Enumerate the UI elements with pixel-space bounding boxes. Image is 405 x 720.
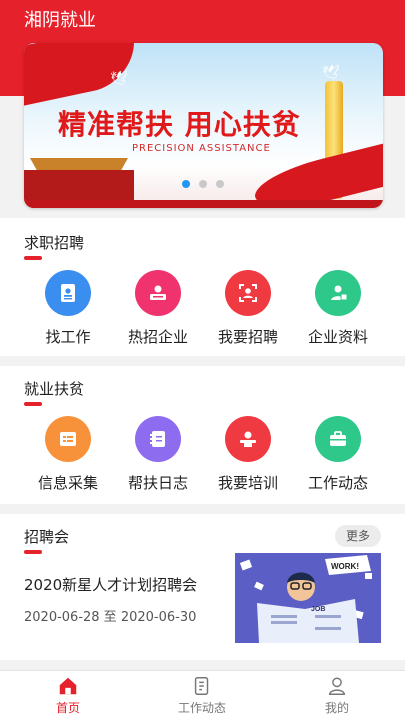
interview-icon: [135, 270, 181, 316]
grid-item-find-job[interactable]: 找工作: [23, 270, 113, 347]
form-icon: [45, 416, 91, 462]
carousel-dot[interactable]: [199, 180, 207, 188]
title-underline: [24, 402, 42, 406]
grid-label: 企业资料: [307, 328, 368, 346]
grid-label: 我要招聘: [217, 328, 278, 346]
event-date: 2020-06-28 至 2020-06-30: [24, 610, 197, 625]
section-title: 求职招聘: [24, 234, 85, 252]
section-poverty-relief: 就业扶贫 信息采集 帮扶日志 我要培训 工作动态: [0, 366, 405, 504]
recruit-icon: [225, 270, 271, 316]
top-bar: 湘阴就业: [0, 0, 405, 36]
user-icon: [297, 675, 377, 697]
section-job-recruitment: 求职招聘 找工作 热招企业 我要招聘 企业资料: [0, 218, 405, 356]
grid-label: 信息采集: [37, 474, 98, 492]
carousel-dots: [182, 180, 224, 188]
resume-icon: [45, 270, 91, 316]
dove-icon: 🕊: [110, 71, 128, 87]
section-title: 招聘会: [24, 528, 70, 546]
tab-home[interactable]: 首页: [28, 675, 108, 716]
company-info-icon: [315, 270, 361, 316]
banner-base: [24, 200, 383, 208]
banner-carousel[interactable]: 🕊 🕊 精准帮扶 用心扶贫 PRECISION ASSISTANCE: [24, 43, 383, 208]
grid-label: 热招企业: [127, 328, 188, 346]
work-text: WORK!: [331, 562, 359, 571]
grid-item-assistance-log[interactable]: 帮扶日志: [113, 416, 203, 493]
grid-item-post-job[interactable]: 我要招聘: [203, 270, 293, 347]
grid-item-info-collection[interactable]: 信息采集: [23, 416, 113, 493]
job-search-illustration: JOB WORK!: [235, 553, 381, 643]
home-icon: [28, 675, 108, 697]
dove-icon: 🕊: [322, 65, 340, 81]
grid-label: 工作动态: [307, 474, 368, 492]
carousel-dot[interactable]: [216, 180, 224, 188]
training-icon: [225, 416, 271, 462]
section-job-fair: 招聘会 更多 2020新星人才计划招聘会 2020-06-28 至 2020-0…: [0, 514, 405, 660]
grid-label: 我要培训: [217, 474, 278, 492]
grid-item-hot-companies[interactable]: 热招企业: [113, 270, 203, 347]
grid-item-company-info[interactable]: 企业资料: [293, 270, 383, 347]
app-title: 湘阴就业: [24, 10, 96, 31]
tab-label: 我的: [324, 701, 349, 715]
event-title[interactable]: 2020新星人才计划招聘会: [24, 574, 197, 595]
event-image[interactable]: JOB WORK!: [235, 553, 381, 643]
grid-item-work-updates[interactable]: 工作动态: [293, 416, 383, 493]
grid-label: 帮扶日志: [127, 474, 188, 492]
carousel-dot[interactable]: [182, 180, 190, 188]
notebook-icon: [135, 416, 181, 462]
briefcase-icon: [315, 416, 361, 462]
more-button[interactable]: 更多: [335, 525, 381, 547]
banner-slogan-en: PRECISION ASSISTANCE: [132, 143, 271, 154]
tab-work-updates[interactable]: 工作动态: [162, 675, 242, 716]
tab-label: 首页: [55, 701, 80, 715]
job-text: JOB: [311, 606, 325, 613]
section-title: 就业扶贫: [24, 380, 85, 398]
grid-label: 找工作: [45, 328, 91, 346]
grid-item-training[interactable]: 我要培训: [203, 416, 293, 493]
banner-slogan: 精准帮扶 用心扶贫: [58, 108, 301, 141]
title-underline: [24, 550, 42, 554]
bottom-tab-bar: 首页 工作动态 我的: [0, 670, 405, 720]
title-underline: [24, 256, 42, 260]
tab-mine[interactable]: 我的: [297, 675, 377, 716]
tab-label: 工作动态: [177, 701, 226, 715]
document-icon: [162, 675, 242, 697]
